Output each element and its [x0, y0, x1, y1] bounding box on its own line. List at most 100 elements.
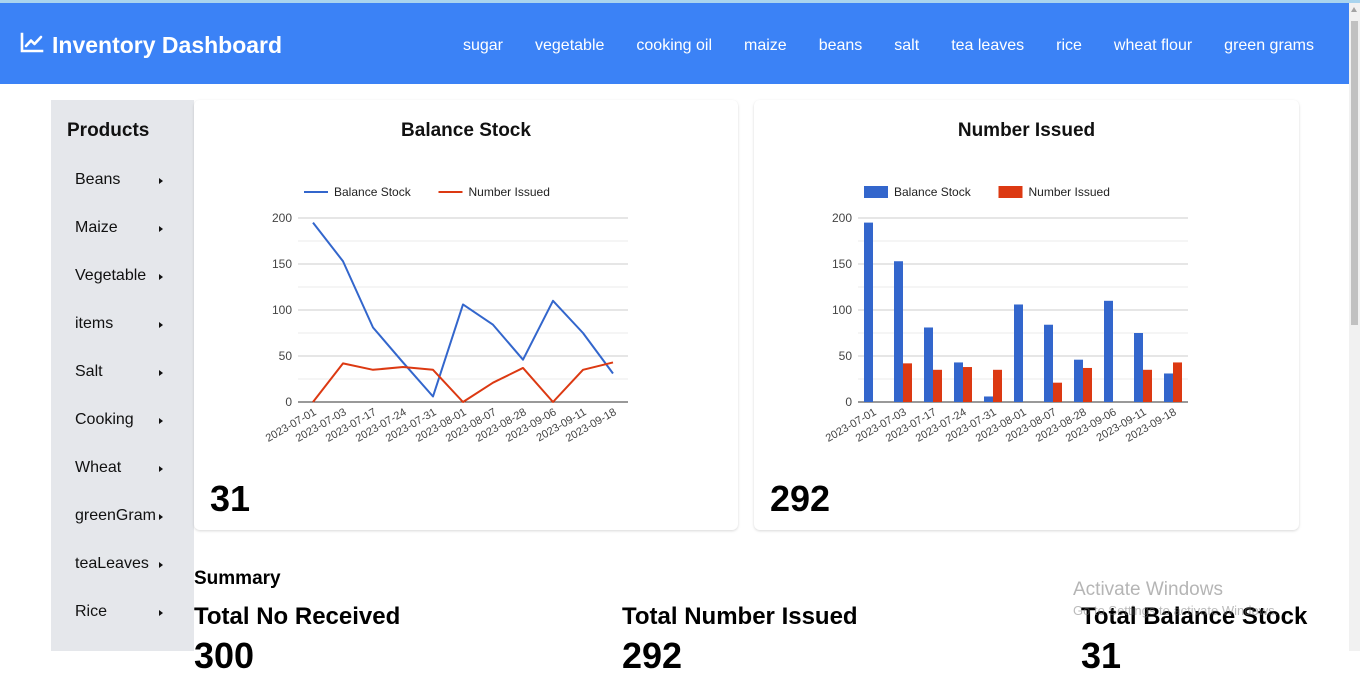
balance-stock-value: 31 — [210, 478, 250, 520]
nav-link-green-grams[interactable]: green grams — [1224, 36, 1314, 56]
bar-balance-stock — [984, 396, 993, 402]
sidebar-item-label: Maize — [75, 219, 118, 237]
caret-right-icon — [159, 322, 163, 328]
y-tick-label: 50 — [279, 349, 293, 363]
y-tick-label: 150 — [272, 257, 292, 271]
top-navbar: Inventory Dashboard sugar vegetable cook… — [0, 3, 1360, 84]
bar-number-issued — [993, 370, 1002, 402]
sidebar-item-maize[interactable]: Maize — [51, 214, 194, 244]
caret-right-icon — [159, 274, 163, 280]
legend-swatch — [999, 186, 1023, 198]
activate-windows-watermark: Activate Windows — [1073, 579, 1223, 601]
bar-balance-stock — [1164, 373, 1173, 402]
summary-title: Summary — [194, 568, 281, 590]
nav-link-cooking-oil[interactable]: cooking oil — [636, 36, 712, 56]
balance-stock-line-chart: 050100150200Balance StockNumber Issued20… — [194, 100, 738, 470]
products-sidebar: Products Beans Maize Vegetable items Sal… — [51, 100, 194, 651]
y-tick-label: 0 — [845, 395, 852, 409]
total-issued-value: 292 — [622, 636, 682, 676]
page-scrollbar[interactable] — [1349, 3, 1360, 651]
sidebar-item-label: Cooking — [75, 411, 134, 429]
balance-stock-card: Balance Stock 050100150200Balance StockN… — [194, 100, 738, 530]
nav-links: sugar vegetable cooking oil maize beans … — [431, 36, 1314, 56]
series-line-number-issued — [313, 362, 613, 402]
chart-line-icon — [20, 32, 44, 59]
y-tick-label: 150 — [832, 257, 852, 271]
sidebar-item-beans[interactable]: Beans — [51, 166, 194, 196]
nav-link-sugar[interactable]: sugar — [463, 36, 503, 56]
sidebar-item-wheat[interactable]: Wheat — [51, 454, 194, 484]
sidebar-item-rice[interactable]: Rice — [51, 598, 194, 628]
caret-right-icon — [159, 610, 163, 616]
number-issued-bar-chart: 050100150200Balance StockNumber Issued20… — [754, 100, 1299, 470]
sidebar-item-salt[interactable]: Salt — [51, 358, 194, 388]
nav-link-beans[interactable]: beans — [819, 36, 863, 56]
sidebar-item-label: Wheat — [75, 459, 121, 477]
sidebar-item-label: Rice — [75, 603, 107, 621]
bar-balance-stock — [1014, 304, 1023, 402]
legend-swatch — [864, 186, 888, 198]
nav-link-rice[interactable]: rice — [1056, 36, 1082, 56]
bar-number-issued — [1143, 370, 1152, 402]
sidebar-item-tealeaves[interactable]: teaLeaves — [51, 550, 194, 580]
brand[interactable]: Inventory Dashboard — [20, 31, 282, 59]
total-issued-label: Total Number Issued — [622, 603, 858, 631]
sidebar-item-label: Beans — [75, 171, 120, 189]
legend-label: Number Issued — [1029, 185, 1110, 199]
bar-balance-stock — [1044, 325, 1053, 402]
caret-right-icon — [159, 562, 163, 568]
app-title: Inventory Dashboard — [52, 31, 282, 59]
bar-balance-stock — [1104, 301, 1113, 402]
nav-link-salt[interactable]: salt — [894, 36, 919, 56]
legend-label: Balance Stock — [894, 185, 972, 199]
number-issued-value: 292 — [770, 478, 830, 520]
caret-right-icon — [159, 370, 163, 376]
number-issued-card: Number Issued 050100150200Balance StockN… — [754, 100, 1299, 530]
sidebar-item-label: greenGram — [75, 507, 156, 525]
sidebar-item-cooking[interactable]: Cooking — [51, 406, 194, 436]
sidebar-item-items[interactable]: items — [51, 310, 194, 340]
sidebar-item-label: teaLeaves — [75, 555, 149, 573]
y-tick-label: 0 — [285, 395, 292, 409]
y-tick-label: 100 — [832, 303, 852, 317]
bar-balance-stock — [954, 362, 963, 402]
sidebar-item-label: Vegetable — [75, 267, 146, 285]
nav-link-maize[interactable]: maize — [744, 36, 787, 56]
y-tick-label: 200 — [832, 211, 852, 225]
bar-balance-stock — [864, 223, 873, 402]
caret-right-icon — [159, 514, 163, 520]
caret-right-icon — [159, 178, 163, 184]
sidebar-item-vegetable[interactable]: Vegetable — [51, 262, 194, 292]
bar-balance-stock — [924, 327, 933, 402]
bar-number-issued — [1173, 362, 1182, 402]
nav-link-wheat-flour[interactable]: wheat flour — [1114, 36, 1192, 56]
caret-right-icon — [159, 226, 163, 232]
nav-link-vegetable[interactable]: vegetable — [535, 36, 604, 56]
y-tick-label: 100 — [272, 303, 292, 317]
scroll-thumb[interactable] — [1351, 21, 1358, 325]
bar-number-issued — [933, 370, 942, 402]
bar-number-issued — [963, 367, 972, 402]
total-received-label: Total No Received — [194, 603, 400, 631]
total-received-value: 300 — [194, 636, 254, 676]
bar-balance-stock — [894, 261, 903, 402]
legend-label: Number Issued — [469, 185, 550, 199]
scroll-up-arrow-icon[interactable] — [1351, 7, 1357, 12]
y-tick-label: 50 — [839, 349, 853, 363]
legend-label: Balance Stock — [334, 185, 412, 199]
activate-windows-hint: Go to Settings to activate Windows. — [1073, 603, 1278, 618]
bar-number-issued — [903, 363, 912, 402]
sidebar-item-label: items — [75, 315, 113, 333]
bar-number-issued — [1083, 368, 1092, 402]
sidebar-title: Products — [67, 120, 149, 142]
total-balance-value: 31 — [1081, 636, 1121, 676]
bar-balance-stock — [1134, 333, 1143, 402]
bar-balance-stock — [1074, 360, 1083, 402]
caret-right-icon — [159, 418, 163, 424]
y-tick-label: 200 — [272, 211, 292, 225]
caret-right-icon — [159, 466, 163, 472]
nav-link-tea-leaves[interactable]: tea leaves — [951, 36, 1024, 56]
bar-number-issued — [1053, 383, 1062, 402]
sidebar-item-greengram[interactable]: greenGram — [51, 502, 194, 532]
sidebar-item-label: Salt — [75, 363, 103, 381]
